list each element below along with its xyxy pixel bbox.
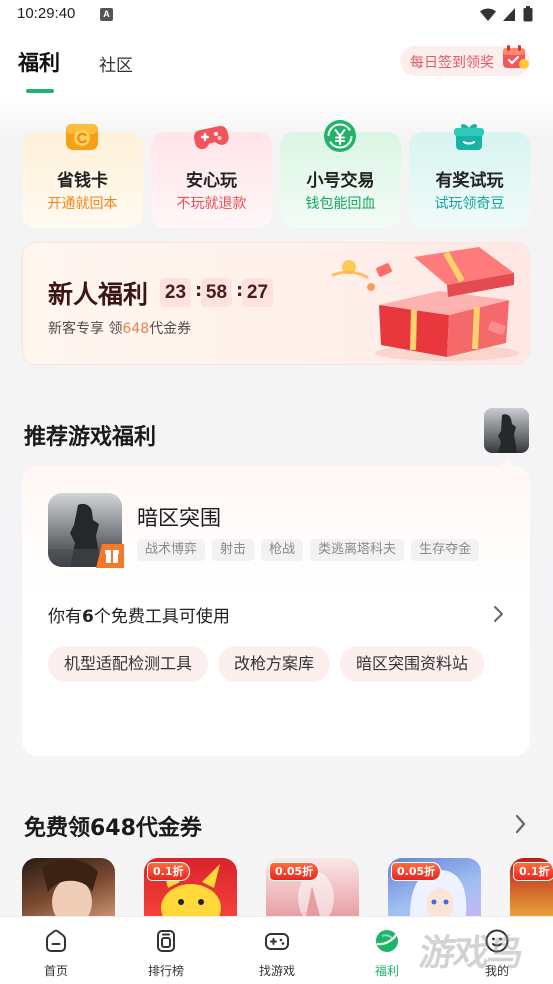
voucher-section-title: 免费领648代金券 xyxy=(24,816,202,841)
game-tag: 类逃离塔科夫 xyxy=(310,539,405,561)
home-icon xyxy=(42,927,70,955)
game-icon-portrait[interactable] xyxy=(22,858,115,916)
savings-card-icon xyxy=(63,117,101,155)
game-thumbnail-icon[interactable] xyxy=(484,408,529,453)
site-watermark: 游戏鸟 xyxy=(416,933,525,974)
recommended-game-card: 暗区突围 战术博弈 射击 枪战 类逃离塔科夫 生存夺金 你有6个免费工具可使用 … xyxy=(22,458,530,756)
ranking-icon xyxy=(152,927,180,955)
status-time: 10:29:40 xyxy=(17,5,76,22)
tool-chip[interactable]: 暗区突围资料站 xyxy=(340,646,485,682)
voucher-amount: 648 xyxy=(122,321,150,337)
recommend-section-title: 推荐游戏福利 xyxy=(24,425,157,450)
feature-card-title: 小号交易 xyxy=(306,171,375,191)
gift-badge-icon xyxy=(96,544,124,568)
feature-card-subtitle: 钱包能回血 xyxy=(305,196,376,212)
countdown-hours: 23 xyxy=(160,278,191,307)
daily-checkin-button[interactable]: 每日签到领奖 xyxy=(400,45,530,76)
banner-subtitle: 新客专享 领648代金券 xyxy=(48,321,192,337)
banner-title: 新人福利 xyxy=(48,280,149,309)
tool-chip[interactable]: 改枪方案库 xyxy=(218,646,331,682)
feature-card-subtitle: 试玩领奇豆 xyxy=(434,196,505,212)
nav-item-ranking[interactable]: 排行榜 xyxy=(126,917,206,984)
gamepad-icon xyxy=(263,927,291,955)
free-tools-link[interactable]: 你有6个免费工具可使用 xyxy=(48,602,230,627)
feature-card-title: 省钱卡 xyxy=(57,171,108,191)
battery-icon xyxy=(523,6,533,26)
wifi-icon xyxy=(479,6,497,26)
gift-icon xyxy=(450,117,488,155)
tab-welfare[interactable]: 福利 xyxy=(18,47,60,77)
game-title[interactable]: 暗区突围 xyxy=(137,502,221,532)
feature-card-savings[interactable]: 省钱卡 开通就回本 xyxy=(22,124,143,228)
countdown-minutes: 58 xyxy=(201,278,232,307)
game-tag: 射击 xyxy=(212,539,255,561)
discount-badge: 0.1折 xyxy=(147,862,190,881)
nav-item-welfare[interactable]: 福利 xyxy=(347,917,427,984)
nav-label: 排行榜 xyxy=(147,964,184,978)
nav-label: 找游戏 xyxy=(258,964,295,978)
nav-item-find-games[interactable]: 找游戏 xyxy=(237,917,317,984)
newbie-welfare-banner[interactable]: 新人福利 23 : 58 : 27 新客专享 领648代金券 xyxy=(22,242,530,365)
signal-icon xyxy=(502,6,516,26)
daily-checkin-label: 每日签到领奖 xyxy=(410,55,494,71)
feature-card-safe-play[interactable]: 安心玩 不玩就退款 xyxy=(151,125,272,228)
notification-badge-icon: A xyxy=(100,8,113,21)
nav-item-home[interactable]: 首页 xyxy=(16,917,96,984)
nav-label: 首页 xyxy=(43,964,68,978)
discount-badge: 0.05折 xyxy=(269,862,320,881)
tab-community[interactable]: 社区 xyxy=(99,51,133,76)
game-tags: 战术博弈 射击 枪战 类逃离塔科夫 生存夺金 xyxy=(137,539,480,561)
feature-card-title: 安心玩 xyxy=(186,171,237,191)
welfare-planet-icon xyxy=(373,927,401,955)
chevron-right-icon[interactable] xyxy=(514,814,526,838)
tool-chip[interactable]: 机型适配检测工具 xyxy=(48,646,209,682)
calendar-gift-icon xyxy=(500,42,530,72)
discount-badge: 0.1折 xyxy=(513,862,553,881)
feature-card-title: 有奖试玩 xyxy=(435,171,504,191)
active-tab-indicator xyxy=(26,89,54,93)
tools-count: 6 xyxy=(82,607,94,627)
feature-card-account-trade[interactable]: 小号交易 钱包能回血 xyxy=(280,120,401,228)
nav-label: 福利 xyxy=(374,964,399,978)
game-icon-pikachu[interactable]: 0.1折 xyxy=(144,858,237,916)
chevron-right-icon[interactable] xyxy=(492,605,504,627)
gamepad-icon xyxy=(192,117,230,155)
feature-card-subtitle: 开通就回本 xyxy=(47,196,118,212)
game-icon-pink[interactable]: 0.05折 xyxy=(266,858,359,916)
card-pointer xyxy=(499,458,515,467)
voucher-games-row: 0.1折 0.05折 0.05折 0.1折 xyxy=(0,858,553,916)
feature-card-subtitle: 不玩就退款 xyxy=(176,196,247,212)
game-tag: 战术博弈 xyxy=(137,539,206,561)
status-bar: 10:29:40 A xyxy=(0,0,553,30)
feature-card-trial-reward[interactable]: 有奖试玩 试玩领奇豆 xyxy=(409,124,530,228)
tool-chips: 机型适配检测工具 改枪方案库 暗区突围资料站 xyxy=(48,646,488,682)
game-tag: 生存夺金 xyxy=(411,539,480,561)
game-icon-anime[interactable]: 0.05折 xyxy=(388,858,481,916)
red-gift-box-illustration xyxy=(319,245,529,364)
game-tag: 枪战 xyxy=(261,539,304,561)
countdown-seconds: 27 xyxy=(242,278,273,307)
game-icon-red-gold[interactable]: 0.1折 xyxy=(510,858,553,916)
discount-badge: 0.05折 xyxy=(391,862,442,881)
yuan-exchange-icon xyxy=(321,117,359,155)
